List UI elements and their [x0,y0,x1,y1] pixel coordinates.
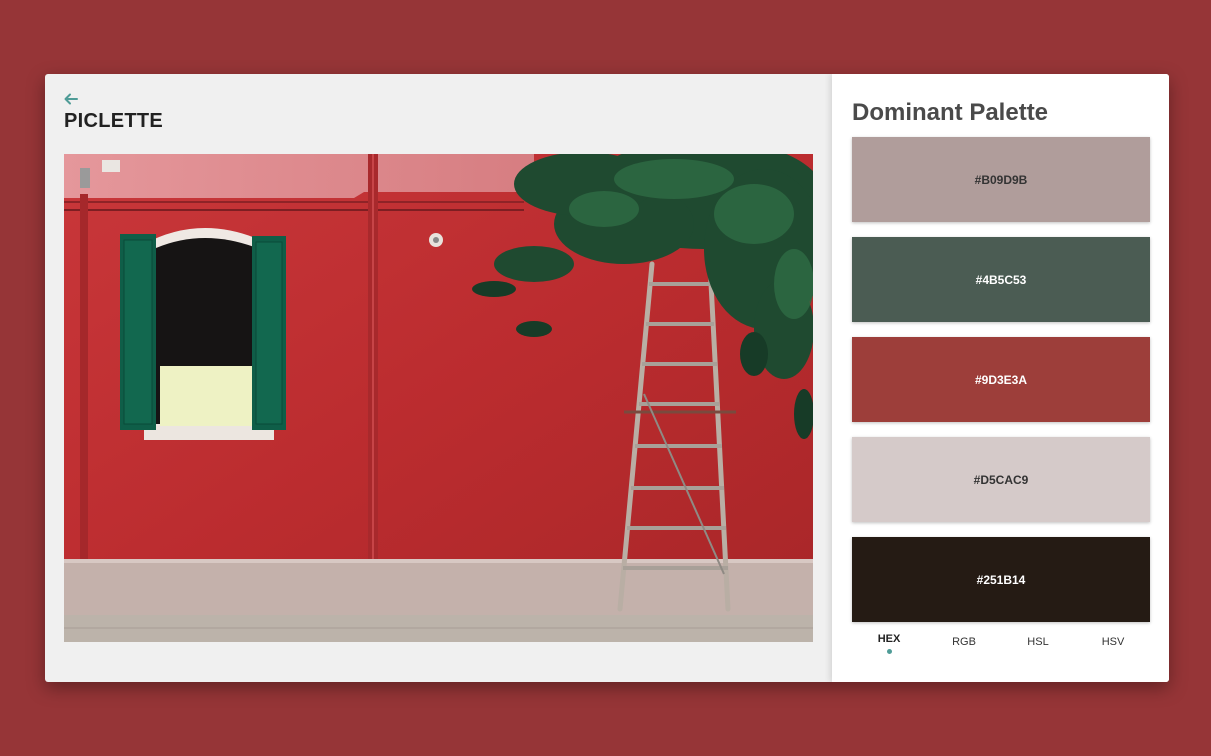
swatch-hex-label: #251B14 [976,572,1026,587]
swatch-hex-label: #4B5C53 [975,272,1027,287]
color-format-tabs: HEX RGB HSL HSV [852,633,1150,666]
main-card: PICLETTE Dominant Palette #B09D9B #4B5C5… [45,74,1169,682]
swatch-hex-label: #9D3E3A [974,372,1028,387]
app-title: PICLETTE [64,110,164,132]
color-swatch-5[interactable]: #251B14 [852,537,1150,622]
color-swatch-2[interactable]: #4B5C53 [852,237,1150,322]
tab-rgb[interactable]: RGB [927,636,1001,648]
tab-hsl[interactable]: HSL [1001,636,1075,648]
palette-panel: Dominant Palette #B09D9B #4B5C53 #9D3E3A… [832,74,1169,682]
image-panel: PICLETTE [45,74,832,682]
tab-hsv[interactable]: HSV [1076,636,1150,648]
active-tab-indicator [886,649,892,654]
color-swatch-1[interactable]: #B09D9B [852,137,1150,222]
arrow-left-icon[interactable] [63,91,79,107]
tab-hex-label: HEX [877,633,901,645]
palette-title: Dominant Palette [852,99,1049,126]
tab-hex[interactable]: HEX [852,633,926,654]
tab-hsl-label: HSL [1027,636,1049,648]
uploaded-photo [64,154,813,642]
color-swatch-4[interactable]: #D5CAC9 [852,437,1150,522]
swatch-hex-label: #D5CAC9 [973,472,1029,487]
tab-rgb-label: RGB [952,636,976,648]
color-swatch-3[interactable]: #9D3E3A [852,337,1150,422]
swatch-hex-label: #B09D9B [974,172,1028,187]
tab-hsv-label: HSV [1101,636,1125,648]
